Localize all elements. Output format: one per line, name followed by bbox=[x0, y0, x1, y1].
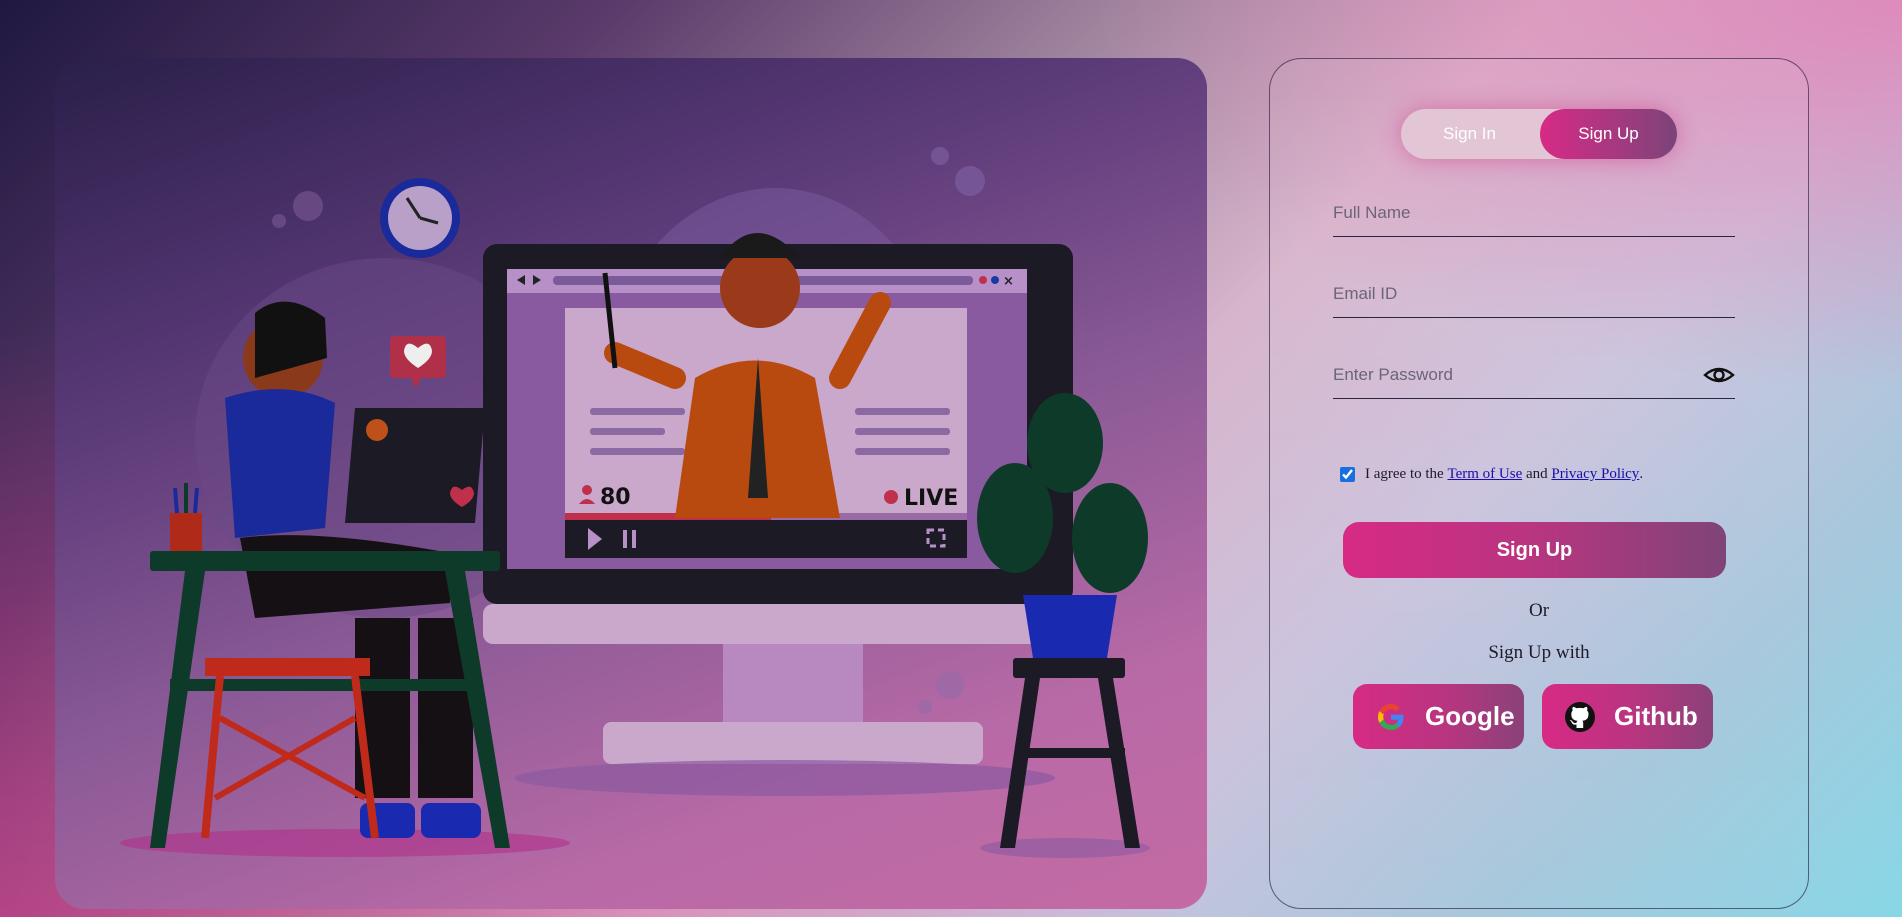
agree-prefix: I agree to the bbox=[1365, 466, 1444, 482]
tab-sign-up[interactable]: Sign Up bbox=[1540, 109, 1677, 159]
or-divider: Or bbox=[1528, 600, 1550, 621]
signup-form-panel: Sign In Sign Up I agree to the Term of U… bbox=[1269, 58, 1809, 909]
online-class-illustration: × 80 LIVE bbox=[120, 147, 1150, 858]
sign-up-with-text: Sign Up with bbox=[1488, 642, 1590, 663]
terms-of-use-link[interactable]: Term of Use bbox=[1447, 466, 1522, 483]
terms-agreement: I agree to the Term of Use and Privacy P… bbox=[1340, 466, 1643, 483]
email-field bbox=[1333, 271, 1735, 318]
full-name-input[interactable] bbox=[1333, 190, 1735, 236]
terms-checkbox[interactable] bbox=[1340, 467, 1355, 482]
github-label: Github bbox=[1614, 701, 1698, 731]
illustration-panel: × 80 LIVE bbox=[55, 58, 1207, 909]
google-signup-button[interactable]: Google bbox=[1353, 684, 1524, 749]
viewer-count: 80 bbox=[600, 485, 631, 510]
live-label: LIVE bbox=[904, 486, 958, 511]
google-label: Google bbox=[1425, 701, 1515, 731]
eye-icon[interactable] bbox=[1703, 363, 1735, 387]
email-input[interactable] bbox=[1333, 271, 1735, 317]
sign-up-button[interactable]: Sign Up bbox=[1343, 522, 1726, 578]
clock-icon bbox=[380, 178, 460, 258]
password-input[interactable] bbox=[1333, 352, 1735, 398]
agree-and: and bbox=[1525, 466, 1548, 482]
github-signup-button[interactable]: Github bbox=[1542, 684, 1713, 749]
privacy-policy-link[interactable]: Privacy Policy bbox=[1551, 466, 1639, 483]
google-icon bbox=[1375, 701, 1407, 733]
svg-text:×: × bbox=[1003, 274, 1014, 289]
agree-suffix: . bbox=[1639, 466, 1644, 482]
github-icon bbox=[1564, 701, 1596, 733]
auth-mode-toggle[interactable]: Sign In Sign Up bbox=[1401, 109, 1677, 159]
tab-sign-in[interactable]: Sign In bbox=[1401, 109, 1538, 159]
full-name-field bbox=[1333, 190, 1735, 237]
password-field bbox=[1333, 352, 1735, 399]
